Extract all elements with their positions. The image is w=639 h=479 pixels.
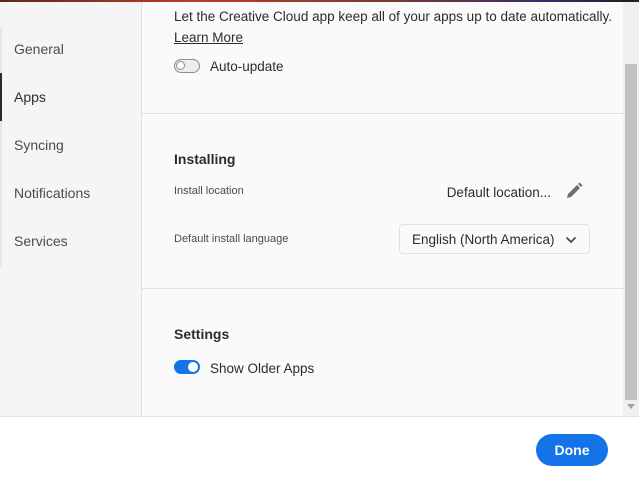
show-older-apps-toggle[interactable] [174, 360, 200, 374]
sidebar-item-syncing[interactable]: Syncing [0, 121, 141, 169]
learn-more-link[interactable]: Learn More [174, 30, 243, 45]
done-button[interactable]: Done [536, 434, 608, 466]
sidebar-item-notifications[interactable]: Notifications [0, 169, 141, 217]
sidebar-item-apps[interactable]: Apps [0, 73, 141, 121]
sidebar-item-label: General [14, 41, 64, 57]
install-language-label: Default install language [174, 233, 289, 245]
section-divider [142, 288, 623, 289]
install-location-label: Install location [174, 185, 244, 197]
vertical-scrollbar[interactable] [623, 2, 639, 416]
toggle-knob [176, 61, 185, 70]
show-older-apps-label: Show Older Apps [210, 361, 315, 376]
chevron-down-icon [566, 237, 576, 243]
settings-content: Let the Creative Cloud app keep all of y… [142, 2, 623, 416]
auto-update-toggle[interactable] [174, 59, 200, 73]
pencil-icon [567, 182, 583, 198]
auto-update-label: Auto-update [210, 59, 284, 74]
sidebar-item-general[interactable]: General [0, 25, 141, 73]
settings-heading: Settings [174, 326, 230, 342]
installing-heading: Installing [174, 151, 236, 167]
sidebar-item-services[interactable]: Services [0, 217, 141, 265]
scrollbar-thumb[interactable] [625, 64, 637, 400]
edit-location-button[interactable] [565, 182, 585, 202]
sidebar-item-label: Notifications [14, 185, 91, 201]
sidebar-item-label: Syncing [14, 137, 64, 153]
section-divider [142, 113, 623, 114]
install-location-value: Default location... [446, 185, 551, 200]
install-language-value: English (North America) [412, 231, 555, 247]
sidebar: General Apps Syncing Notifications Servi… [0, 2, 142, 416]
auto-update-description: Let the Creative Cloud app keep all of y… [174, 9, 613, 24]
toggle-knob [188, 362, 198, 372]
scroll-down-arrow-icon[interactable] [627, 404, 635, 409]
install-language-select[interactable]: English (North America) [399, 224, 590, 254]
dialog-footer: Done [0, 416, 639, 479]
sidebar-item-label: Services [14, 233, 68, 249]
preferences-panel: General Apps Syncing Notifications Servi… [0, 2, 639, 416]
sidebar-item-label: Apps [14, 89, 46, 105]
